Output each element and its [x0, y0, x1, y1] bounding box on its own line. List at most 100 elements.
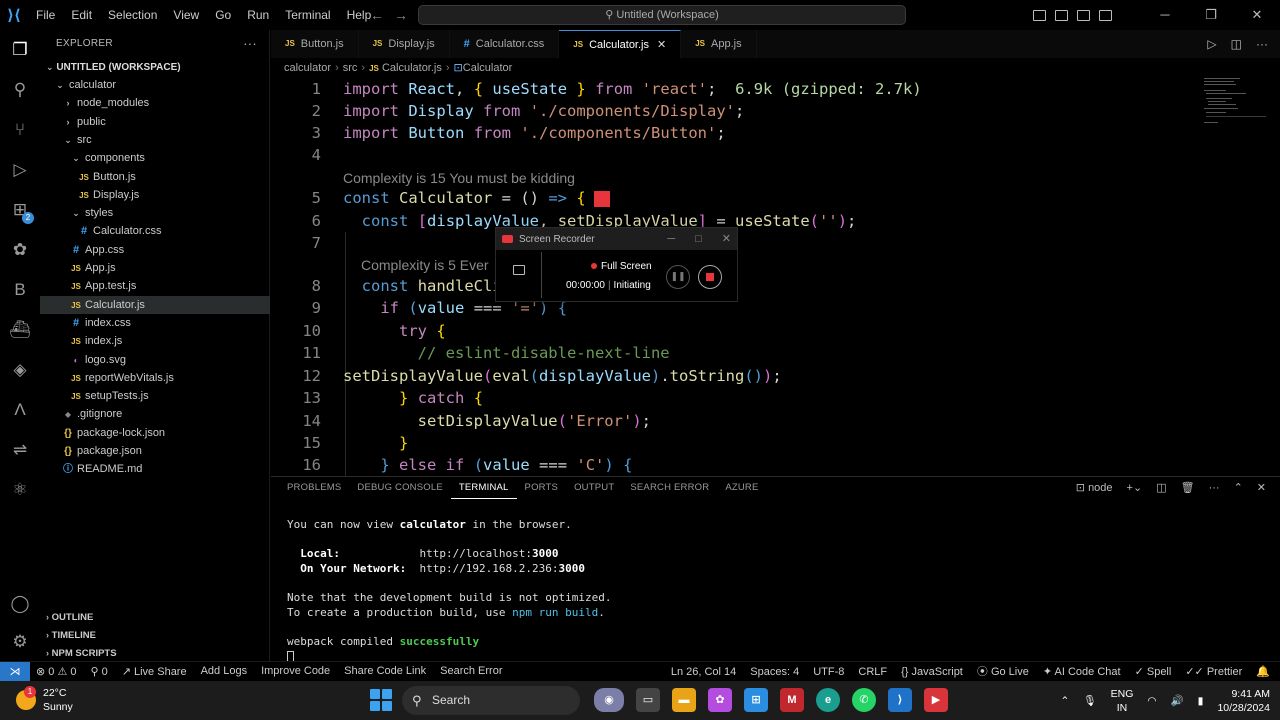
account-icon[interactable]: ◯	[8, 592, 32, 616]
battery-icon[interactable]: ▮	[1198, 695, 1204, 707]
back-arrow-icon[interactable]: ←	[370, 7, 394, 23]
tree-item[interactable]: › public	[40, 113, 270, 131]
tab-calculator-css[interactable]: # Calculator.css	[450, 30, 560, 58]
command-center[interactable]: ⚲ Untitled (Workspace)	[418, 5, 906, 25]
python-icon[interactable]: ◈	[8, 358, 32, 382]
timeline-section[interactable]: › TIMELINE	[40, 626, 270, 644]
search-error[interactable]: Search Error	[440, 665, 502, 678]
run-icon[interactable]: ▷	[1207, 30, 1216, 58]
docker-icon[interactable]: ⛴	[8, 318, 32, 342]
tree-item[interactable]: ◆ .gitignore	[40, 405, 270, 423]
minimap[interactable]	[1200, 78, 1280, 476]
breadcrumb-symbol[interactable]: Calculator	[463, 62, 513, 74]
tree-item[interactable]: JS App.js	[40, 259, 270, 277]
menu-terminal[interactable]: Terminal	[277, 0, 338, 30]
tab-search-error[interactable]: SEARCH ERROR	[622, 477, 717, 499]
customize-layout-icon[interactable]	[1099, 9, 1112, 21]
start-button[interactable]	[370, 689, 392, 711]
tree-item[interactable]: JS Display.js	[40, 186, 270, 204]
complexity-codelens[interactable]: Complexity is 5 Ever	[361, 254, 489, 276]
more-actions-icon[interactable]: ···	[243, 30, 257, 58]
tree-item[interactable]: JS reportWebVitals.js	[40, 369, 270, 387]
encoding[interactable]: UTF-8	[813, 662, 844, 682]
workspace-header[interactable]: ⌄ UNTITLED (WORKSPACE)	[40, 58, 269, 76]
split-terminal-icon[interactable]: ◫	[1156, 477, 1166, 499]
react-icon[interactable]: ⚛	[8, 478, 32, 502]
azure-icon[interactable]: Λ	[8, 398, 32, 422]
menu-go[interactable]: Go	[207, 0, 239, 30]
tab-button-js[interactable]: JS Button.js	[271, 30, 359, 58]
tree-item[interactable]: # index.css	[40, 314, 270, 332]
file-explorer-icon[interactable]: ▬	[672, 688, 696, 712]
menu-selection[interactable]: Selection	[100, 0, 165, 30]
tree-item[interactable]: ⌄ styles	[40, 204, 270, 222]
search-view-icon[interactable]: ⚲	[8, 78, 32, 102]
tab-output[interactable]: OUTPUT	[566, 477, 622, 499]
maximize-panel-icon[interactable]: ⌃	[1234, 477, 1243, 499]
menu-run[interactable]: Run	[239, 0, 277, 30]
forward-arrow-icon[interactable]: →	[394, 7, 418, 23]
share-code-link[interactable]: Share Code Link	[344, 665, 426, 678]
outline-section[interactable]: › OUTLINE	[40, 608, 270, 626]
more-actions-icon[interactable]: ···	[1209, 477, 1220, 499]
taskbar-search[interactable]: ⚲ Search	[402, 686, 580, 715]
tab-app-js[interactable]: JS App.js	[681, 30, 757, 58]
terminal-shell-select[interactable]: ⊡ node	[1076, 477, 1113, 499]
breadcrumb-src[interactable]: src	[343, 62, 358, 74]
bookmarks-icon[interactable]: B	[8, 278, 32, 302]
tab-problems[interactable]: PROBLEMS	[279, 477, 349, 499]
restore-icon[interactable]: ❐	[1188, 7, 1234, 23]
toggle-sidebar-icon[interactable]	[1033, 9, 1046, 21]
menu-file[interactable]: File	[28, 0, 63, 30]
remote-explorer-icon[interactable]: ⇌	[8, 438, 32, 462]
tree-item[interactable]: JS Button.js	[40, 168, 270, 186]
tree-item[interactable]: ◐ logo.svg	[40, 351, 270, 369]
toggle-panel-icon[interactable]	[1055, 9, 1068, 21]
notifications-bell-icon[interactable]: 🔔	[1256, 662, 1270, 682]
breadcrumb-file[interactable]: Calculator.js	[382, 62, 442, 74]
tree-item[interactable]: {} package-lock.json	[40, 424, 270, 442]
more-actions-icon[interactable]: ···	[1256, 30, 1268, 58]
store-icon[interactable]: ⊞	[744, 688, 768, 712]
ai-chat-icon[interactable]: ✿	[8, 238, 32, 262]
recorder-maximize-icon[interactable]: □	[695, 228, 702, 250]
extensions-icon[interactable]: ⊞ 2	[8, 198, 34, 224]
breadcrumb-folder[interactable]: calculator	[284, 62, 331, 74]
prettier[interactable]: ✓✓ Prettier	[1185, 662, 1242, 682]
whatsapp-icon[interactable]: ✆	[852, 688, 876, 712]
close-window-icon[interactable]: ✕	[1234, 7, 1280, 23]
tree-item[interactable]: JS index.js	[40, 332, 270, 350]
go-live[interactable]: ⦿ Go Live	[977, 662, 1029, 682]
edge-icon[interactable]: e	[816, 688, 840, 712]
vscode-taskbar-icon[interactable]: ⟩	[888, 688, 912, 712]
spell[interactable]: ✓ Spell	[1135, 662, 1172, 682]
line-ending[interactable]: CRLF	[858, 662, 887, 682]
tree-item[interactable]: ⌄ src	[40, 131, 270, 149]
wifi-icon[interactable]: ◠	[1147, 695, 1156, 707]
record-mode[interactable]: Full Screen	[591, 261, 652, 272]
tree-item[interactable]: JS App.test.js	[40, 277, 270, 295]
tab-azure[interactable]: AZURE	[717, 477, 766, 499]
ai-code-chat[interactable]: ✦ AI Code Chat	[1043, 662, 1121, 682]
tree-item[interactable]: ⌄ calculator	[40, 76, 270, 94]
improve-code[interactable]: Improve Code	[261, 665, 330, 678]
tree-item[interactable]: ⌄ components	[40, 149, 270, 167]
tab-calculator-js[interactable]: JS Calculator.js ✕	[559, 30, 682, 59]
folder-icon[interactable]	[513, 265, 525, 275]
tab-display-js[interactable]: JS Display.js	[359, 30, 450, 58]
tab-debug-console[interactable]: DEBUG CONSOLE	[349, 477, 450, 499]
add-logs[interactable]: Add Logs	[201, 665, 247, 678]
screen-recorder-taskbar-icon[interactable]: ▶	[924, 688, 948, 712]
language-indicator[interactable]: ENG IN	[1111, 687, 1134, 715]
recorder-titlebar[interactable]: Screen Recorder ─ □ ✕	[496, 228, 737, 250]
ports-count[interactable]: ⚲ 0	[90, 665, 107, 678]
trash-icon[interactable]: 🗑	[1181, 477, 1195, 499]
indentation[interactable]: Spaces: 4	[750, 662, 799, 682]
live-share[interactable]: ↗ Live Share	[122, 665, 187, 678]
copilot-pill-icon[interactable]: ◉	[594, 688, 624, 712]
npm-scripts-section[interactable]: › NPM SCRIPTS	[40, 644, 270, 662]
tree-item[interactable]: › node_modules	[40, 94, 270, 112]
microphone-icon[interactable]: 🎙	[1083, 694, 1096, 707]
close-tab-icon[interactable]: ✕	[657, 31, 666, 59]
volume-icon[interactable]: 🔊	[1171, 694, 1184, 707]
